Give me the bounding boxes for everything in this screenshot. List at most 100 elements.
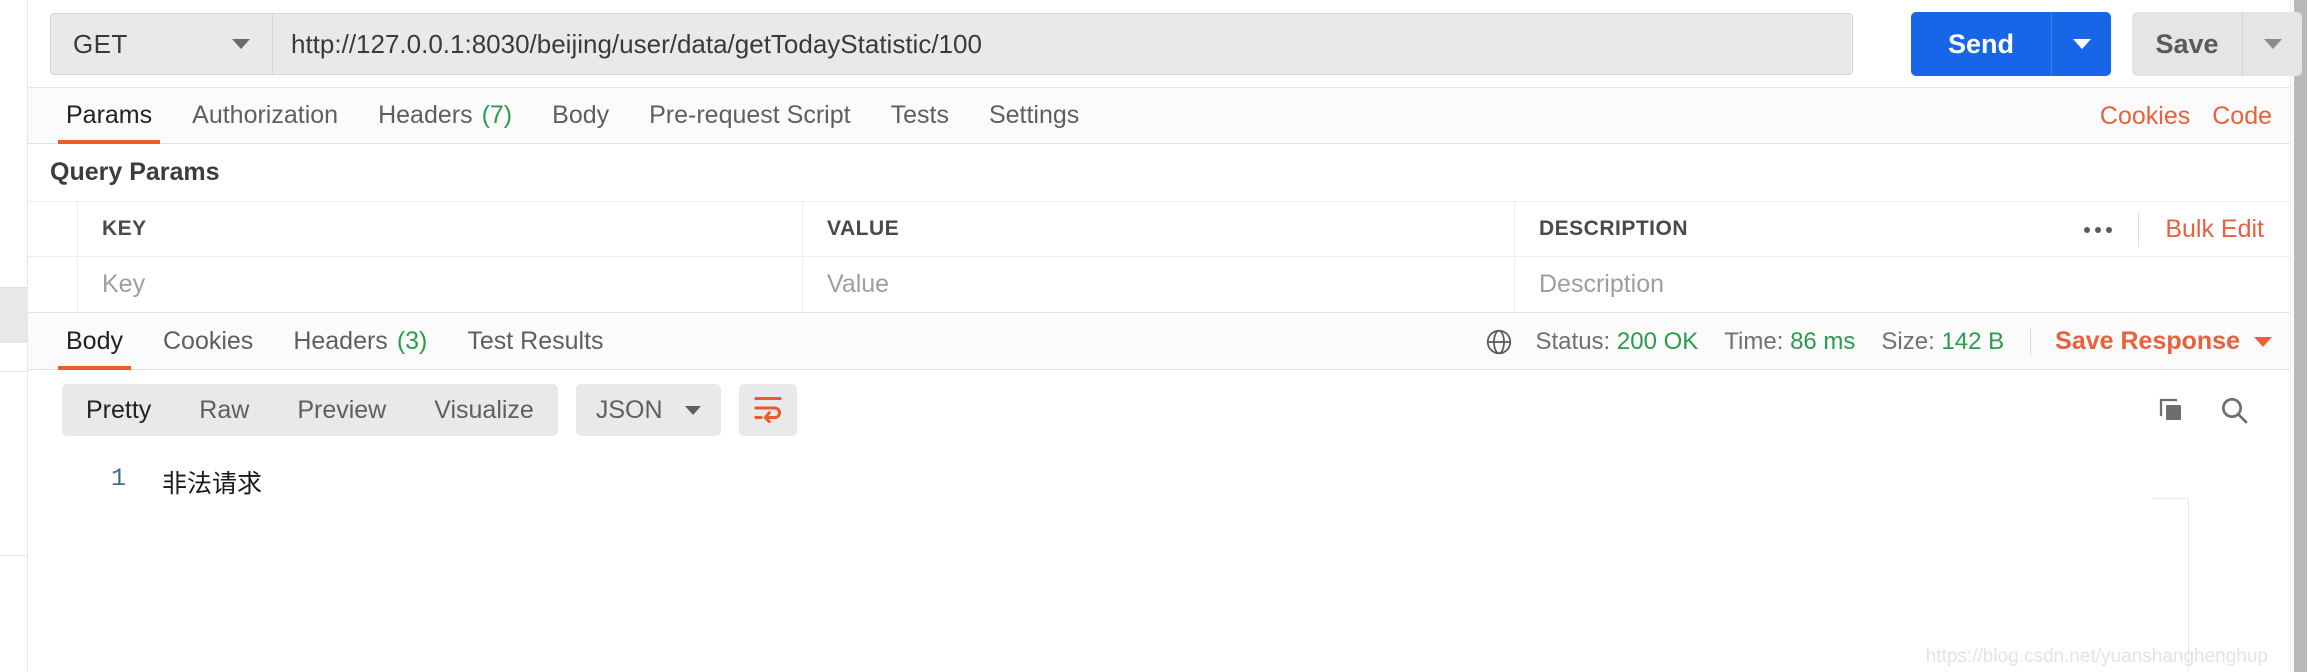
url-input-value: http://127.0.0.1:8030/beijing/user/data/…: [291, 28, 982, 59]
word-wrap-icon: [751, 393, 785, 428]
row-checkbox-cell[interactable]: [28, 257, 78, 312]
response-viewer-toolbar: Pretty Raw Preview Visualize JSON: [28, 370, 2290, 450]
save-response-button[interactable]: Save Response: [2055, 327, 2272, 356]
view-mode-visualize[interactable]: Visualize: [410, 384, 558, 436]
view-mode-pretty[interactable]: Pretty: [62, 384, 175, 436]
response-format-label: JSON: [595, 395, 663, 424]
rail-divider-mid: [0, 371, 27, 372]
chevron-down-icon: [2263, 39, 2282, 49]
view-mode-preview[interactable]: Preview: [273, 384, 410, 436]
response-tab-cookies-label: Cookies: [162, 326, 254, 355]
request-tabs-list: Params Authorization Headers (7) Body Pr…: [28, 88, 1099, 144]
tab-headers[interactable]: Headers (7): [358, 88, 532, 144]
watermark-text: https://blog.csdn.net/yuanshanghenghup: [1925, 646, 2268, 667]
tab-pre-request-script-label: Pre-request Script: [649, 101, 851, 129]
tab-headers-count: (7): [481, 101, 513, 129]
response-tabs-list: Body Cookies Headers (3) Test Results: [28, 313, 624, 370]
code-link[interactable]: Code: [2212, 102, 2272, 131]
response-tab-headers-label: Headers: [293, 326, 388, 355]
time-item: Time: 86 ms: [1724, 328, 1855, 356]
response-viewer-actions: [2156, 370, 2250, 450]
send-options-button[interactable]: [2051, 12, 2111, 76]
param-key-input[interactable]: Key: [78, 257, 803, 312]
column-header-value-label: VALUE: [827, 217, 900, 240]
dot-1: [2084, 226, 2091, 233]
tab-tests-label: Tests: [890, 101, 949, 129]
table-header-row: KEY VALUE DESCRIPTION Bulk Edit: [28, 202, 2290, 257]
tab-params-label: Params: [66, 101, 153, 129]
time-label: Time:: [1724, 327, 1784, 355]
response-tab-test-results[interactable]: Test Results: [447, 313, 623, 370]
save-options-button[interactable]: [2242, 12, 2302, 76]
column-header-key: KEY: [78, 202, 803, 256]
url-input[interactable]: http://127.0.0.1:8030/beijing/user/data/…: [273, 14, 1852, 74]
word-wrap-button[interactable]: [738, 384, 797, 436]
save-response-label: Save Response: [2055, 327, 2240, 355]
select-all-checkbox-cell[interactable]: [28, 202, 78, 256]
tab-params[interactable]: Params: [46, 88, 172, 144]
chevron-down-icon: [232, 39, 250, 49]
url-bar-group: GET http://127.0.0.1:8030/beijing/user/d…: [50, 13, 1853, 75]
cookies-link[interactable]: Cookies: [2100, 102, 2190, 131]
tab-authorization[interactable]: Authorization: [172, 88, 358, 144]
line-number: 1: [110, 464, 126, 493]
response-tab-headers-count: (3): [396, 326, 428, 355]
dot-2: [2095, 226, 2102, 233]
tab-pre-request-script[interactable]: Pre-request Script: [629, 88, 870, 144]
param-value-input[interactable]: Value: [803, 257, 1515, 312]
scrollbar-thumb[interactable]: [2294, 0, 2307, 672]
http-method-select[interactable]: GET: [51, 14, 273, 74]
tab-authorization-label: Authorization: [192, 101, 339, 129]
tab-tests[interactable]: Tests: [871, 88, 969, 144]
request-url-row: GET http://127.0.0.1:8030/beijing/user/d…: [28, 0, 2302, 88]
request-tabs-bar: Params Authorization Headers (7) Body Pr…: [28, 88, 2290, 144]
response-tab-headers[interactable]: Headers (3): [273, 313, 447, 370]
status-label: Status:: [1535, 327, 1611, 355]
chevron-down-icon: [2072, 39, 2091, 49]
status-value: 200 OK: [1616, 327, 1699, 355]
table-row: Key Value Description: [28, 257, 2290, 312]
left-sidebar-rail: [0, 0, 28, 672]
size-label: Size:: [1881, 327, 1935, 355]
query-params-title-row: Query Params: [28, 144, 2290, 202]
column-header-description-label: DESCRIPTION: [1539, 217, 1689, 240]
response-body-text: 非法请求: [162, 469, 263, 498]
view-mode-raw[interactable]: Raw: [175, 384, 273, 436]
copy-icon[interactable]: [2156, 395, 2186, 425]
request-tabs-actions: Cookies Code: [2100, 88, 2272, 144]
param-key-placeholder: Key: [102, 270, 146, 298]
tab-headers-label: Headers: [378, 101, 473, 129]
param-value-placeholder: Value: [827, 270, 890, 298]
column-header-description: DESCRIPTION Bulk Edit: [1515, 202, 2290, 256]
meta-divider: [2030, 328, 2032, 355]
window-scrollbar[interactable]: [2290, 0, 2308, 672]
response-tab-cookies[interactable]: Cookies: [143, 313, 273, 370]
param-description-input[interactable]: Description: [1515, 257, 2290, 312]
response-body-area[interactable]: 1 非法请求 https://blog.csdn.net/yuanshanghe…: [28, 450, 2290, 672]
column-header-key-label: KEY: [102, 217, 147, 240]
response-format-select[interactable]: JSON: [575, 384, 721, 436]
view-mode-visualize-label: Visualize: [434, 395, 534, 424]
send-button[interactable]: Send: [1911, 12, 2051, 76]
http-method-label: GET: [73, 28, 128, 59]
query-params-title: Query Params: [50, 158, 220, 186]
tab-settings[interactable]: Settings: [969, 88, 1099, 144]
response-meta: Status: 200 OK Time: 86 ms Size: 142 B S…: [1484, 313, 2272, 370]
save-button[interactable]: Save: [2132, 12, 2242, 76]
table-header-actions: Bulk Edit: [2058, 202, 2290, 257]
dot-3: [2106, 226, 2113, 233]
tab-settings-label: Settings: [988, 101, 1080, 129]
view-mode-group: Pretty Raw Preview Visualize: [62, 384, 558, 436]
more-options-icon[interactable]: [2058, 212, 2140, 247]
globe-icon[interactable]: [1484, 327, 1514, 357]
response-tabs-bar: Body Cookies Headers (3) Test Results St…: [28, 313, 2290, 370]
bulk-edit-button[interactable]: Bulk Edit: [2139, 215, 2290, 244]
view-mode-raw-label: Raw: [199, 395, 250, 424]
rail-highlight-block: [0, 288, 27, 343]
chevron-down-icon: [684, 405, 701, 415]
response-tab-body[interactable]: Body: [46, 313, 143, 370]
param-description-placeholder: Description: [1539, 270, 1665, 298]
tab-body[interactable]: Body: [532, 88, 629, 144]
body-panel-divider-top: [2153, 498, 2189, 499]
search-icon[interactable]: [2218, 394, 2250, 426]
